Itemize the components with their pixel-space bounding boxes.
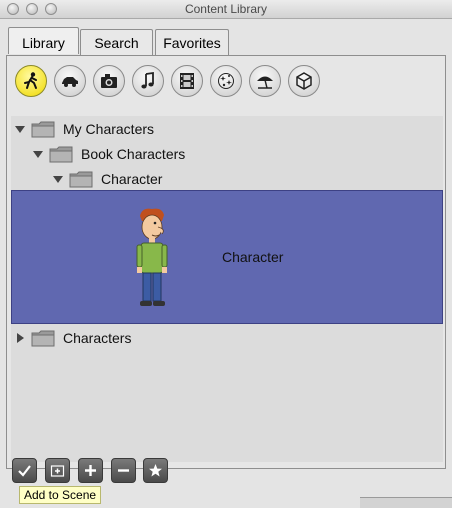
disclosure-expanded-icon[interactable] — [15, 124, 25, 134]
cube-icon — [296, 72, 312, 90]
tab-search[interactable]: Search — [80, 29, 153, 55]
folder-icon — [31, 121, 55, 137]
folder-icon — [69, 171, 93, 187]
tree-item-label: My Characters — [63, 121, 155, 137]
content-library-window: Library Search Favorites My Characters B… — [0, 19, 452, 508]
checkmark-icon — [18, 465, 31, 477]
sparkles-icon — [218, 73, 234, 89]
tree-item-characters[interactable]: Characters — [15, 327, 131, 349]
tab-favorites[interactable]: Favorites — [155, 29, 229, 55]
disclosure-expanded-icon[interactable] — [33, 149, 43, 159]
window-title: Content Library — [184, 2, 268, 16]
tree-item-my-characters[interactable]: My Characters — [15, 118, 154, 140]
category-props-button[interactable] — [54, 65, 86, 97]
library-panel: My Characters Book Characters Character — [6, 55, 446, 469]
title-bar: Content Library — [0, 0, 452, 19]
character-item-label: Character — [222, 249, 284, 265]
new-folder-button[interactable] — [45, 458, 70, 483]
tree-item-character-folder[interactable]: Character — [53, 168, 162, 190]
tab-library[interactable]: Library — [8, 27, 79, 54]
category-cameras-button[interactable] — [93, 65, 125, 97]
category-video-button[interactable] — [171, 65, 203, 97]
disclosure-collapsed-icon[interactable] — [15, 333, 25, 343]
character-figure — [136, 208, 168, 306]
background-window-strip — [360, 497, 452, 508]
new-folder-icon — [50, 465, 65, 477]
library-tree: My Characters Book Characters Character — [11, 116, 443, 462]
tree-item-label: Book Characters — [81, 146, 186, 162]
add-to-favorites-button[interactable] — [143, 458, 168, 483]
remove-button[interactable] — [111, 458, 136, 483]
car-icon — [62, 77, 78, 87]
category-effects-button[interactable] — [210, 65, 242, 97]
tree-item-label: Character — [101, 171, 163, 187]
category-characters-button[interactable] — [15, 65, 47, 97]
category-scenes-button[interactable] — [249, 65, 281, 97]
add-button[interactable] — [78, 458, 103, 483]
tree-item-label: Characters — [63, 330, 132, 346]
category-3d-button[interactable] — [288, 65, 320, 97]
character-thumbnail-item[interactable]: Character — [11, 190, 443, 324]
film-icon — [180, 73, 194, 89]
tree-item-book-characters[interactable]: Book Characters — [33, 143, 185, 165]
category-audio-button[interactable] — [132, 65, 164, 97]
plus-icon — [85, 465, 96, 476]
disclosure-expanded-icon[interactable] — [53, 174, 63, 184]
add-to-scene-button[interactable] — [12, 458, 37, 483]
beach-umbrella-icon — [257, 76, 273, 89]
folder-icon — [31, 330, 55, 346]
tooltip: Add to Scene — [19, 486, 102, 504]
star-icon — [149, 464, 162, 477]
minus-icon — [118, 469, 129, 472]
folder-icon — [49, 146, 73, 162]
running-figure-icon — [24, 72, 37, 89]
camera-icon — [101, 74, 117, 88]
music-note-icon — [141, 71, 154, 89]
